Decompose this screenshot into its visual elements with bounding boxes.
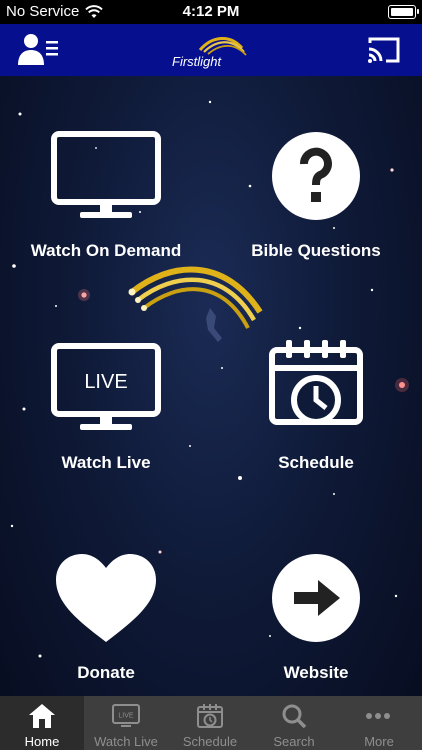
tile-label: Website xyxy=(283,663,349,682)
tab-schedule[interactable]: Schedule xyxy=(168,696,252,750)
tab-watch-live[interactable]: LIVE Watch Live xyxy=(84,696,168,750)
tile-bible-questions[interactable]: Bible Questions xyxy=(226,130,406,261)
live-badge-text: LIVE xyxy=(84,371,127,393)
center-logo-emblem xyxy=(128,266,263,342)
live-tv-icon: LIVE xyxy=(51,343,161,430)
tile-label: Watch On Demand xyxy=(30,241,182,260)
tile-watch-on-demand[interactable]: Watch On Demand xyxy=(16,130,196,261)
status-time: 4:12 PM xyxy=(182,3,240,20)
header-bar: Firstlight xyxy=(0,24,422,76)
home-icon xyxy=(29,704,55,728)
tab-label: Watch Live xyxy=(94,734,158,749)
tab-label: Home xyxy=(24,734,60,749)
tile-schedule[interactable]: Schedule xyxy=(226,338,406,473)
tv-icon xyxy=(51,131,161,218)
tab-label: Search xyxy=(273,734,315,749)
tile-label: Schedule xyxy=(278,453,354,472)
heart-icon xyxy=(56,554,156,642)
bottom-tab-bar: Home LIVE Watch Live Schedule Search Mor… xyxy=(0,696,422,750)
logo-text: Firstlight xyxy=(172,54,222,69)
tab-home[interactable]: Home xyxy=(0,696,84,750)
calendar-clock-icon xyxy=(269,340,363,425)
live-badge-text: LIVE xyxy=(118,713,134,720)
tile-label: Watch Live xyxy=(61,453,151,472)
arrow-right-icon xyxy=(272,554,360,642)
live-tv-icon: LIVE xyxy=(112,704,140,727)
profile-menu-icon[interactable] xyxy=(16,32,60,66)
tile-label: Bible Questions xyxy=(251,241,381,260)
tab-more[interactable]: More xyxy=(336,696,422,750)
cast-icon[interactable] xyxy=(366,35,402,65)
tile-donate[interactable]: Donate xyxy=(16,552,196,683)
tile-label: Donate xyxy=(77,663,135,682)
more-dots-icon xyxy=(366,713,390,719)
tab-search[interactable]: Search xyxy=(252,696,336,750)
status-bar: No Service 4:12 PM xyxy=(0,0,422,24)
question-icon xyxy=(272,132,360,220)
calendar-clock-icon xyxy=(197,704,223,728)
tab-label: More xyxy=(364,734,394,749)
battery-icon xyxy=(388,5,419,19)
app-screen: No Service 4:12 PM Firstlight Watch On D… xyxy=(0,0,422,750)
tile-watch-live[interactable]: LIVE Watch Live xyxy=(16,342,196,473)
tab-label: Schedule xyxy=(182,734,238,749)
tile-website[interactable]: Website xyxy=(226,552,406,683)
search-icon xyxy=(282,704,307,729)
